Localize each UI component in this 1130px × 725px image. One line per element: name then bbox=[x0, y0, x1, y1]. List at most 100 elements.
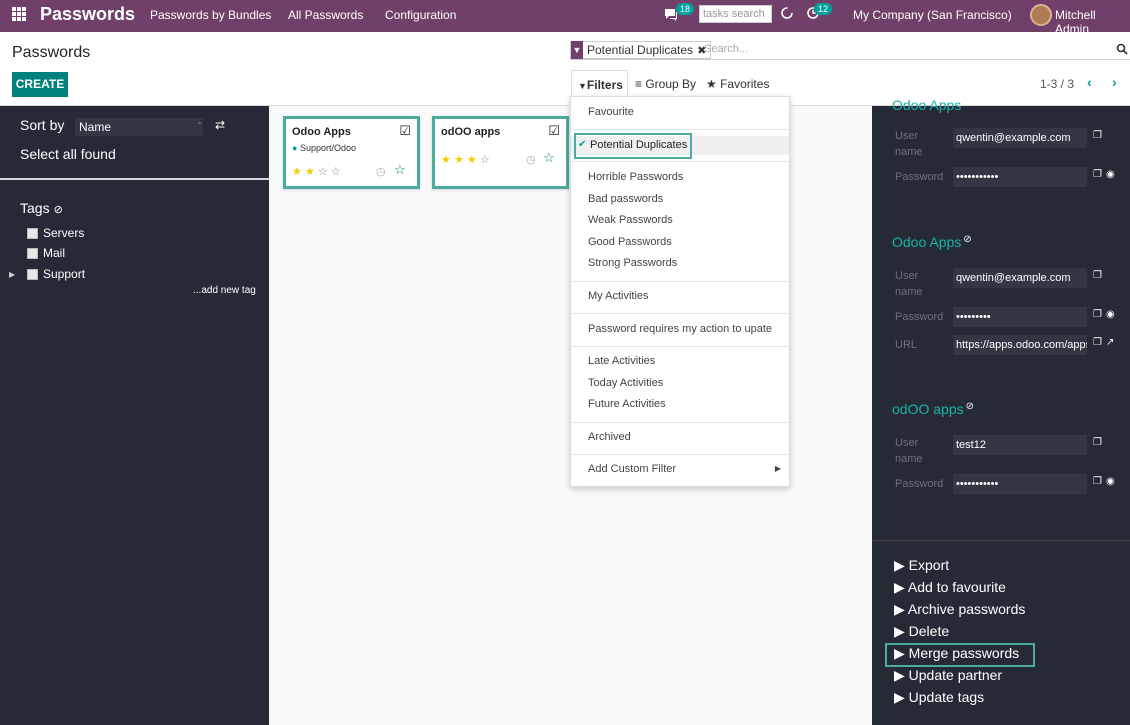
ban-icon: ⊘ bbox=[965, 401, 974, 412]
create-button[interactable]: CREATE bbox=[12, 72, 68, 97]
filter-late-activities[interactable]: Late Activities bbox=[588, 355, 655, 367]
tag-checkbox[interactable] bbox=[27, 227, 38, 239]
eye-icon[interactable]: ◉ bbox=[1106, 476, 1115, 487]
expand-caret-icon[interactable]: ▶ bbox=[9, 270, 15, 279]
copy-icon[interactable]: ❐ bbox=[1093, 437, 1102, 448]
user-label: User name bbox=[895, 270, 923, 298]
refresh-icon[interactable] bbox=[780, 6, 794, 23]
filter-archived[interactable]: Archived bbox=[588, 431, 631, 443]
action-delete[interactable]: ▶ Delete bbox=[894, 623, 949, 640]
user-field[interactable]: qwentin@example.com bbox=[953, 128, 1087, 148]
filter-requires-action[interactable]: Password requires my action to upate bbox=[588, 323, 772, 335]
filter-icon: ▼ bbox=[571, 41, 583, 59]
filter-today-activities[interactable]: Today Activities bbox=[588, 377, 663, 389]
ban-icon: ⊘ bbox=[963, 234, 972, 245]
submenu-caret-icon: ▶ bbox=[774, 464, 781, 473]
search-input[interactable]: Search... bbox=[704, 43, 748, 55]
copy-icon[interactable]: ❐ bbox=[1093, 130, 1102, 141]
pager-next-icon[interactable]: › bbox=[1112, 74, 1117, 90]
sidebar-divider bbox=[0, 178, 269, 180]
password-card[interactable]: Odoo Apps ☑ ● Support/Odoo ★ ★ ☆ ☆ ◷ ☆ bbox=[283, 116, 420, 189]
activity-count-badge: 12 bbox=[814, 3, 833, 15]
filters-dropdown: Favourite ✔ Potential Duplicates Horribl… bbox=[570, 96, 790, 487]
external-link-icon[interactable]: ↗ bbox=[1106, 337, 1114, 348]
action-archive-passwords[interactable]: ▶ Archive passwords bbox=[894, 601, 1025, 618]
filter-favourite[interactable]: Favourite bbox=[588, 106, 634, 118]
copy-icon[interactable]: ❐ bbox=[1093, 309, 1102, 320]
card-subtitle: ● Support/Odoo bbox=[292, 143, 356, 153]
favorite-star-icon[interactable]: ☆ bbox=[394, 162, 406, 178]
favorites-button[interactable]: ★ Favorites bbox=[706, 77, 769, 91]
password-field[interactable]: ••••••••••• bbox=[953, 167, 1087, 187]
filter-bad-passwords[interactable]: Bad passwords bbox=[588, 193, 663, 205]
tasks-search-input[interactable]: tasks search bbox=[699, 5, 772, 23]
tag-checkbox[interactable] bbox=[27, 247, 38, 259]
sort-select[interactable]: Name bbox=[75, 118, 203, 136]
control-panel: Passwords CREATE ▼ Potential Duplicates … bbox=[0, 32, 1130, 106]
search-bar[interactable]: ▼ Potential Duplicates ✖ Search... bbox=[570, 40, 1130, 60]
menu-configuration[interactable]: Configuration bbox=[385, 8, 456, 22]
checked-checkbox-icon[interactable]: ☑ bbox=[399, 123, 411, 139]
action-update-tags[interactable]: ▶ Update tags bbox=[894, 689, 984, 706]
filter-horrible-passwords[interactable]: Horrible Passwords bbox=[588, 171, 683, 183]
action-merge-passwords[interactable]: ▶ Merge passwords bbox=[894, 645, 1019, 662]
eye-icon[interactable]: ◉ bbox=[1106, 169, 1115, 180]
app-brand[interactable]: Passwords bbox=[40, 4, 135, 25]
left-sidebar: Sort by Name - ⇄ Select all found Tags ⊘ … bbox=[0, 106, 269, 725]
pager-value[interactable]: 1-3 / 3 bbox=[1040, 77, 1074, 91]
select-all-link[interactable]: Select all found bbox=[20, 146, 116, 162]
menu-passwords-by-bundles[interactable]: Passwords by Bundles bbox=[150, 8, 271, 22]
clear-tags-icon[interactable]: ⊘ bbox=[54, 204, 63, 216]
password-field[interactable]: ••••••••• bbox=[953, 307, 1087, 327]
filters-button[interactable]: ▼Filters bbox=[571, 70, 628, 98]
action-export[interactable]: ▶ Export bbox=[894, 557, 949, 574]
copy-icon[interactable]: ❐ bbox=[1093, 169, 1102, 180]
tag-checkbox[interactable] bbox=[27, 268, 38, 280]
filter-my-activities[interactable]: My Activities bbox=[588, 290, 649, 302]
search-icon[interactable] bbox=[1116, 43, 1128, 58]
copy-icon[interactable]: ❐ bbox=[1093, 337, 1102, 348]
action-update-partner[interactable]: ▶ Update partner bbox=[894, 667, 1002, 684]
filter-good-passwords[interactable]: Good Passwords bbox=[588, 236, 672, 248]
password-label: Password bbox=[895, 311, 944, 323]
apps-menu-icon[interactable] bbox=[12, 7, 26, 21]
entry-title: odOO apps ⊘ bbox=[892, 401, 974, 417]
chat-count-badge: 18 bbox=[676, 3, 695, 15]
rating-stars[interactable]: ★ ★ ★ ☆ bbox=[441, 153, 490, 166]
tag-mail[interactable]: Mail bbox=[27, 246, 65, 260]
rating-stars[interactable]: ★ ★ ☆ ☆ bbox=[292, 165, 341, 178]
filter-funnel-icon: ▼ bbox=[578, 81, 587, 91]
user-label: User name bbox=[895, 130, 923, 158]
add-tag-link[interactable]: ...add new tag bbox=[193, 285, 256, 296]
filter-weak-passwords[interactable]: Weak Passwords bbox=[588, 214, 673, 226]
add-custom-filter[interactable]: Add Custom Filter bbox=[588, 463, 676, 475]
dropdown-icon[interactable]: - bbox=[198, 118, 201, 129]
tag-support[interactable]: Support bbox=[27, 267, 85, 281]
pager-prev-icon[interactable]: ‹ bbox=[1087, 74, 1092, 90]
copy-icon[interactable]: ❐ bbox=[1093, 270, 1102, 281]
search-facet: ▼ Potential Duplicates ✖ bbox=[570, 41, 712, 59]
password-field[interactable]: ••••••••••• bbox=[953, 474, 1087, 494]
menu-all-passwords[interactable]: All Passwords bbox=[288, 8, 363, 22]
filter-potential-duplicates[interactable]: ✔ Potential Duplicates bbox=[574, 133, 692, 159]
user-field[interactable]: test12 bbox=[953, 435, 1087, 455]
dropdown-divider bbox=[571, 281, 789, 282]
dropdown-divider bbox=[571, 313, 789, 314]
clock-icon[interactable]: ◷ bbox=[376, 165, 386, 178]
url-field[interactable]: https://apps.odoo.com/apps bbox=[953, 335, 1087, 355]
group-by-button[interactable]: ≡ Group By bbox=[635, 77, 696, 91]
checked-checkbox-icon[interactable]: ☑ bbox=[548, 123, 560, 139]
tag-servers[interactable]: Servers bbox=[27, 226, 84, 240]
company-switcher[interactable]: My Company (San Francisco) bbox=[853, 8, 1012, 22]
user-avatar[interactable] bbox=[1030, 4, 1052, 26]
copy-icon[interactable]: ❐ bbox=[1093, 476, 1102, 487]
action-add-to-favourite[interactable]: ▶ Add to favourite bbox=[894, 579, 1006, 596]
user-field[interactable]: qwentin@example.com bbox=[953, 268, 1087, 288]
eye-icon[interactable]: ◉ bbox=[1106, 309, 1115, 320]
filter-strong-passwords[interactable]: Strong Passwords bbox=[588, 257, 677, 269]
password-card[interactable]: odOO apps ☑ ★ ★ ★ ☆ ◷ ☆ bbox=[432, 116, 569, 189]
clock-icon[interactable]: ◷ bbox=[526, 153, 536, 166]
favorite-star-icon[interactable]: ☆ bbox=[543, 150, 555, 166]
swap-order-icon[interactable]: ⇄ bbox=[215, 118, 225, 132]
filter-future-activities[interactable]: Future Activities bbox=[588, 398, 666, 410]
